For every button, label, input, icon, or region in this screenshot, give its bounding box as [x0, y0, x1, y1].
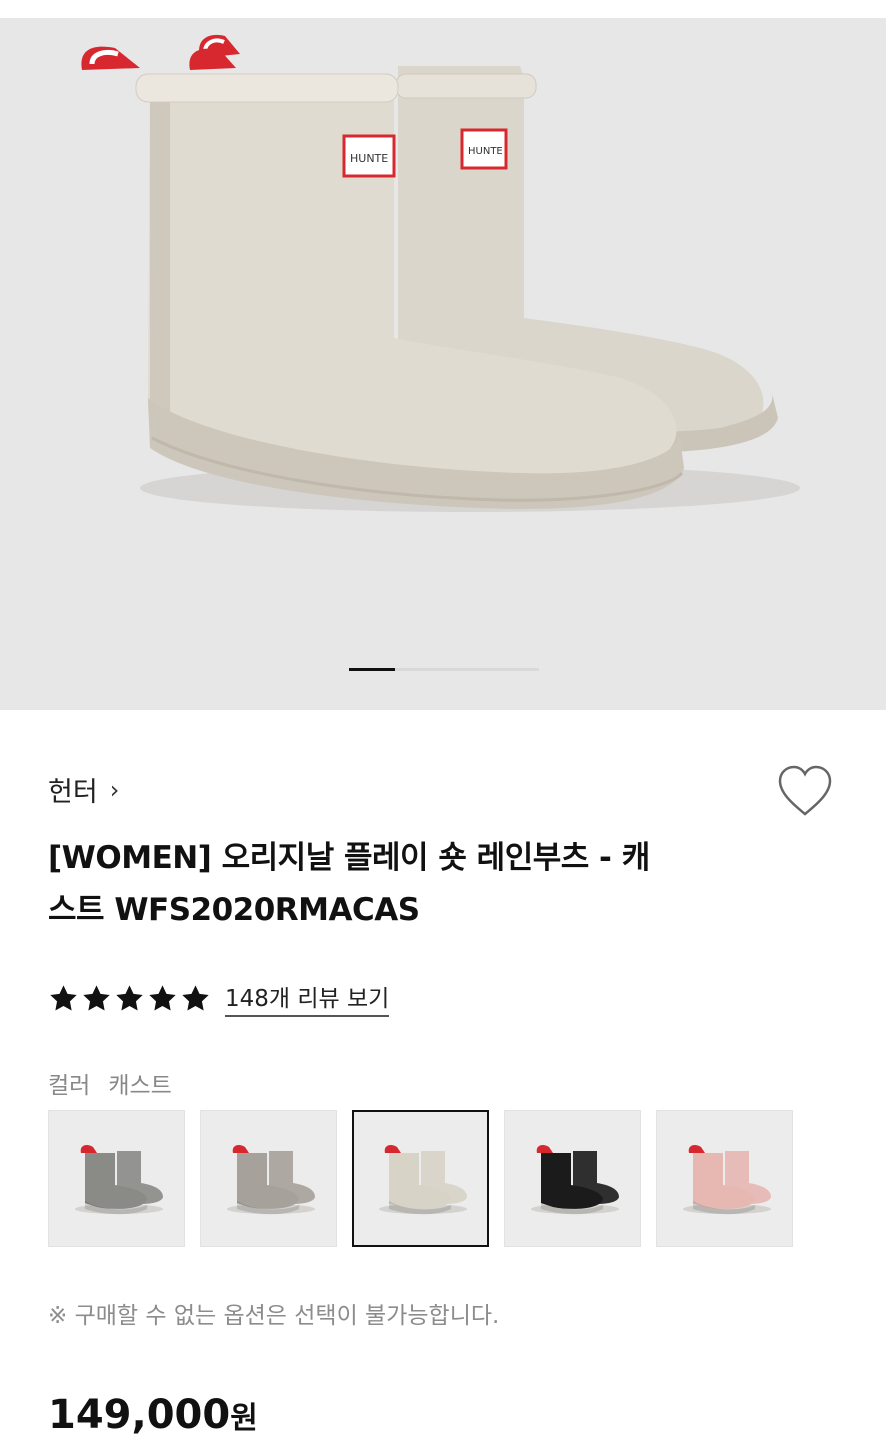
boot-thumbnail — [530, 1144, 619, 1214]
option-notice: ※ 구매할 수 없는 옵션은 선택이 불가능합니다. — [48, 1303, 500, 1329]
product-image: HUNTE HUNTE — [81, 34, 800, 512]
svg-text:HUNTE: HUNTE — [350, 152, 388, 165]
brand-name: 헌터 — [48, 777, 98, 808]
brand-link[interactable]: 헌터 › — [48, 770, 119, 809]
slide-indicator-active — [349, 668, 395, 671]
price-unit: 원 — [230, 1401, 258, 1436]
product-image-gallery[interactable]: HUNTE HUNTE — [0, 18, 886, 710]
color-swatch[interactable] — [200, 1110, 337, 1247]
star-icon — [83, 984, 110, 1011]
star-icon — [116, 984, 143, 1011]
boot-left: HUNTE — [81, 46, 684, 509]
star-icon — [149, 984, 176, 1011]
color-value: 캐스트 — [108, 1073, 172, 1099]
product-title: [WOMEN] 오리지날 플레이 숏 레인부츠 - 캐 스트 WFS2020RM… — [48, 832, 748, 936]
color-swatch[interactable] — [504, 1110, 641, 1247]
color-swatch[interactable] — [656, 1110, 793, 1247]
product-title-line2: 스트 WFS2020RMACAS — [48, 892, 420, 928]
chevron-right-icon: › — [109, 775, 120, 804]
price-number: 149,000 — [48, 1392, 231, 1438]
product-detail-page: HUNTE HUNTE 헌터 › [WOMEN] 오리지날 플레이 숏 레인부츠… — [0, 0, 886, 1440]
color-label: 컬러 — [48, 1073, 91, 1099]
rating-row: 148개 리뷰 보기 — [48, 978, 390, 1018]
heart-icon[interactable] — [776, 764, 834, 818]
rating-stars — [48, 983, 211, 1014]
boot-thumbnail — [226, 1144, 315, 1214]
reviews-link[interactable]: 148개 리뷰 보기 — [225, 979, 390, 1017]
color-swatch[interactable] — [352, 1110, 489, 1247]
star-icon — [50, 984, 77, 1011]
product-title-line1: [WOMEN] 오리지날 플레이 숏 레인부츠 - 캐 — [48, 840, 650, 876]
color-swatch[interactable] — [48, 1110, 185, 1247]
color-label-row: 컬러 캐스트 — [48, 1066, 172, 1100]
boot-thumbnail — [378, 1144, 467, 1214]
product-price: 149,000원 — [48, 1392, 258, 1438]
star-icon — [182, 984, 209, 1011]
svg-text:HUNTE: HUNTE — [468, 146, 503, 157]
color-swatch-list — [48, 1110, 793, 1247]
boot-thumbnail — [682, 1144, 771, 1214]
boot-thumbnail — [74, 1144, 163, 1214]
